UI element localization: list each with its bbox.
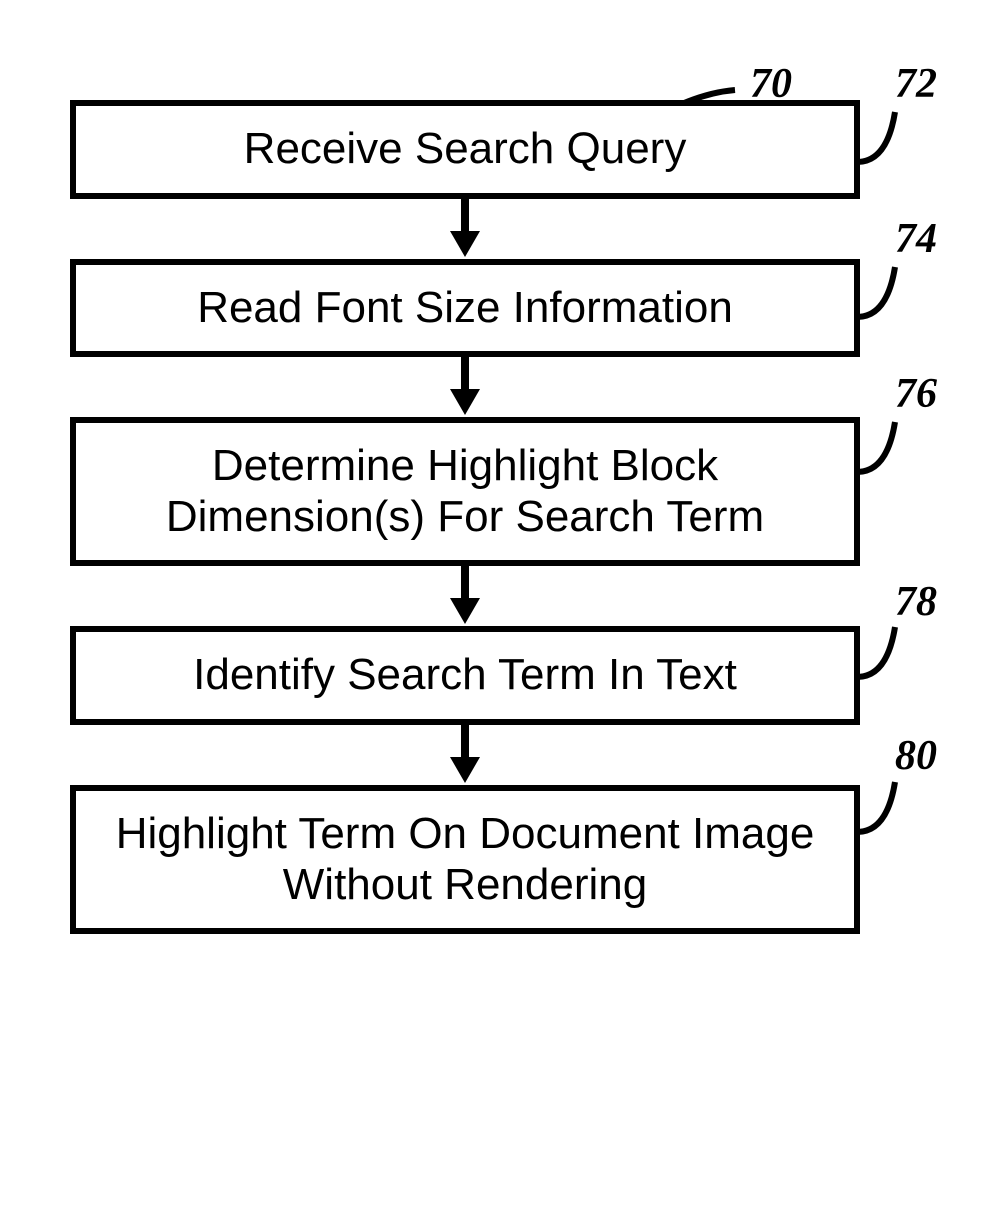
step-ref-label: 76 [895,370,937,418]
flow-arrow [70,357,860,417]
step-ref-label: 80 [895,732,937,780]
ref-connector [847,100,917,170]
flow-arrow [70,566,860,626]
step-label: Identify Search Term In Text [193,650,737,699]
ref-text: 80 [895,733,937,779]
ref-text: 72 [895,61,937,107]
ref-connector [847,410,917,480]
flow-step-identify-term: Identify Search Term In Text [70,626,860,725]
step-ref-label: 74 [895,215,937,263]
step-label: Determine Highlight Block Dimension(s) F… [166,441,764,541]
flow-arrow [70,725,860,785]
flow-arrow [70,199,860,259]
ref-connector [847,770,917,840]
step-label: Highlight Term On Document Image Without… [116,809,815,909]
step-ref-label: 72 [895,60,937,108]
ref-text: 78 [895,579,937,625]
flowchart-container: Receive Search Query 72 Read Font Size I… [70,100,920,934]
step-label: Read Font Size Information [197,283,733,332]
flow-step-determine-highlight: Determine Highlight Block Dimension(s) F… [70,417,860,566]
step-label: Receive Search Query [244,124,687,173]
ref-text: 76 [895,371,937,417]
step-ref-label: 78 [895,578,937,626]
ref-text: 74 [895,216,937,262]
flow-step-receive-query: Receive Search Query [70,100,860,199]
ref-connector [847,255,917,325]
flow-step-highlight-doc: Highlight Term On Document Image Without… [70,785,860,934]
flow-step-read-font: Read Font Size Information [70,259,860,358]
